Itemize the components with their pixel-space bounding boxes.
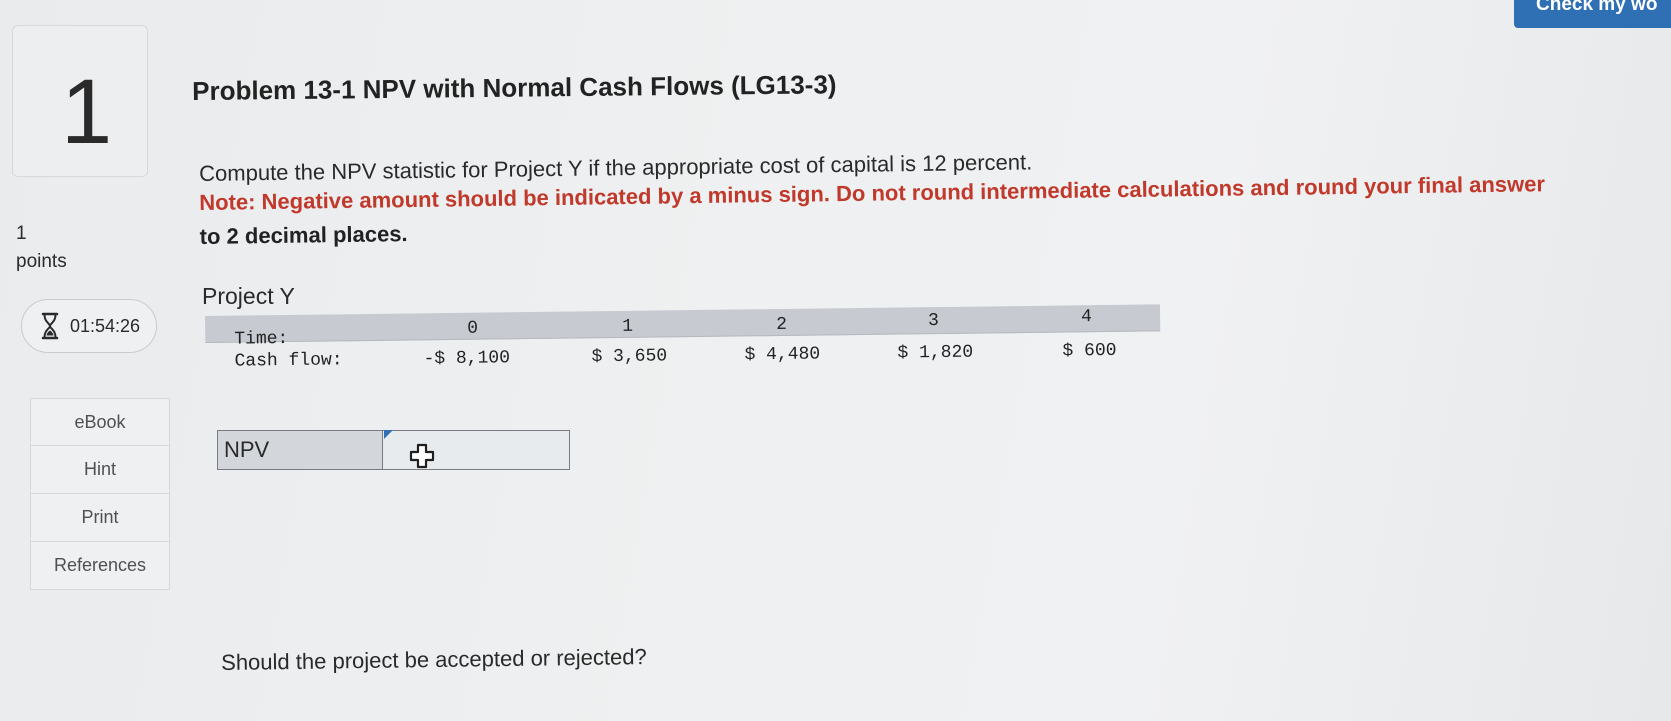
npv-answer-row: NPV bbox=[217, 430, 570, 470]
npv-label: NPV bbox=[218, 431, 383, 469]
page: Check my wo 1 1 points 01:54:26 eBook Hi… bbox=[0, 0, 1671, 721]
period-cell: 2 bbox=[776, 314, 788, 336]
cash-flow-table: Time: 0 1 2 3 4 Cash flow: -$ 8,100 $ 3,… bbox=[205, 304, 1161, 375]
cash-flow-period-row: Time: 0 1 2 3 4 bbox=[205, 304, 1161, 350]
move-cursor-icon bbox=[409, 443, 435, 469]
side-menu: eBook Hint Print References bbox=[30, 398, 170, 590]
cash-flow-label: Cash flow: bbox=[234, 350, 343, 372]
hourglass-icon bbox=[41, 312, 59, 340]
cash-flow-cell: -$ 8,100 bbox=[423, 348, 511, 370]
cash-flow-value-row: Cash flow: -$ 8,100 $ 3,650 $ 4,480 $ 1,… bbox=[205, 337, 1160, 375]
timer: 01:54:26 bbox=[21, 299, 157, 353]
timer-text: 01:54:26 bbox=[70, 315, 141, 336]
sidebar-item-ebook[interactable]: eBook bbox=[30, 398, 170, 446]
problem-title: Problem 13-1 NPV with Normal Cash Flows … bbox=[192, 69, 837, 106]
points-value: 1 bbox=[16, 223, 27, 244]
sidebar-item-print[interactable]: Print bbox=[30, 494, 170, 542]
followup-question: Should the project be accepted or reject… bbox=[221, 644, 647, 675]
project-label: Project Y bbox=[202, 283, 295, 309]
cash-flow-cell: $ 4,480 bbox=[744, 344, 821, 366]
check-my-work-button[interactable]: Check my wo bbox=[1514, 0, 1671, 28]
sidebar-item-hint[interactable]: Hint bbox=[30, 446, 170, 494]
question-number-card: 1 bbox=[12, 25, 148, 177]
cash-flow-cell: $ 600 bbox=[1062, 340, 1117, 362]
time-label: Time: bbox=[234, 328, 289, 350]
input-flag-icon bbox=[384, 430, 393, 439]
period-cell: 0 bbox=[467, 318, 479, 339]
period-cell: 1 bbox=[622, 316, 634, 337]
points-label: points bbox=[16, 251, 67, 272]
period-cell: 3 bbox=[927, 311, 940, 332]
cash-flow-cell: $ 3,650 bbox=[591, 346, 668, 368]
question-number: 1 bbox=[61, 61, 113, 163]
period-cell: 4 bbox=[1080, 307, 1093, 328]
sidebar-item-references[interactable]: References bbox=[30, 542, 170, 590]
cash-flow-cell: $ 1,820 bbox=[897, 342, 974, 364]
